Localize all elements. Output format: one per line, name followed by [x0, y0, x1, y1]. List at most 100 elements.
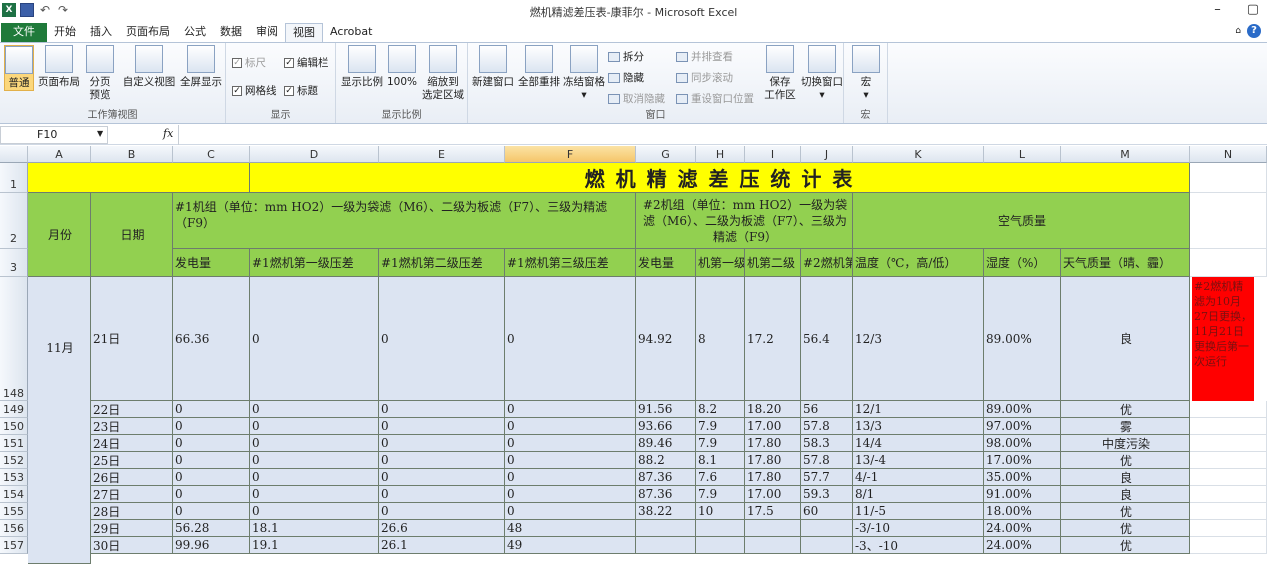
header-air-quality[interactable]: 空气质量 — [853, 193, 1190, 249]
cell-date-152[interactable]: 25日 — [91, 452, 173, 469]
cell-date-149[interactable]: 22日 — [91, 401, 173, 418]
cell-j-154[interactable]: 59.3 — [801, 486, 853, 503]
cell-f-149[interactable]: 0 — [505, 401, 636, 418]
select-all-corner[interactable] — [0, 146, 28, 163]
header-e-stage2[interactable]: #1燃机第二级压差 — [379, 249, 505, 277]
cell-e-153[interactable]: 0 — [379, 469, 505, 486]
note-cell[interactable]: #2燃机精滤为10月27日更换，11月21日更换后第一次运行 — [1192, 277, 1254, 401]
cell-g-155[interactable]: 38.22 — [636, 503, 696, 520]
cell-g-150[interactable]: 93.66 — [636, 418, 696, 435]
header-h-stage1[interactable]: 机第一级 — [696, 249, 745, 277]
cell-m-151[interactable]: 中度污染 — [1061, 435, 1190, 452]
cell-k-149[interactable]: 12/1 — [853, 401, 984, 418]
cell-d-148[interactable]: 0 — [250, 277, 379, 401]
header-g-power[interactable]: 发电量 — [636, 249, 696, 277]
column-header-m[interactable]: M — [1061, 146, 1190, 163]
cell-l-156[interactable]: 24.00% — [984, 520, 1061, 537]
header-unit2[interactable]: #2机组（单位：mm HO2）一级为袋滤（M6）、二级为板滤（F7）、三级为精滤… — [636, 193, 853, 249]
cell-l-150[interactable]: 97.00% — [984, 418, 1061, 435]
cell-i-149[interactable]: 18.20 — [745, 401, 801, 418]
cell-date-153[interactable]: 26日 — [91, 469, 173, 486]
column-header-a[interactable]: A — [28, 146, 91, 163]
cell-c-151[interactable]: 0 — [173, 435, 250, 452]
cell-n1[interactable] — [1190, 163, 1267, 193]
cell-g-153[interactable]: 87.36 — [636, 469, 696, 486]
cell-m-148[interactable]: 良 — [1061, 277, 1190, 401]
cell-j-151[interactable]: 58.3 — [801, 435, 853, 452]
cell-n-152[interactable] — [1190, 452, 1267, 469]
cell-f-157[interactable]: 49 — [505, 537, 636, 554]
cell-m-149[interactable]: 优 — [1061, 401, 1190, 418]
cell-g-157[interactable] — [636, 537, 696, 554]
cell-g-149[interactable]: 91.56 — [636, 401, 696, 418]
header-c-power[interactable]: 发电量 — [173, 249, 250, 277]
cell-e-151[interactable]: 0 — [379, 435, 505, 452]
cell-date-155[interactable]: 28日 — [91, 503, 173, 520]
arrange-all-button[interactable]: 全部重排 — [516, 45, 562, 89]
cell-n3[interactable] — [1190, 249, 1267, 277]
cell-i-154[interactable]: 17.00 — [745, 486, 801, 503]
full-screen-button[interactable]: 全屏显示 — [178, 45, 224, 89]
cell-l-151[interactable]: 98.00% — [984, 435, 1061, 452]
cell-c-149[interactable]: 0 — [173, 401, 250, 418]
tab-data[interactable]: 数据 — [213, 23, 249, 42]
cell-f-153[interactable]: 0 — [505, 469, 636, 486]
cell-f-156[interactable]: 48 — [505, 520, 636, 537]
page-layout-view-button[interactable]: 页面布局 — [37, 45, 81, 89]
cell-h-149[interactable]: 8.2 — [696, 401, 745, 418]
zoom-to-selection-button[interactable]: 缩放到 选定区域 — [420, 45, 466, 102]
cell-d-157[interactable]: 19.1 — [250, 537, 379, 554]
cell-h-155[interactable]: 10 — [696, 503, 745, 520]
cell-date-151[interactable]: 24日 — [91, 435, 173, 452]
cell-m-154[interactable]: 良 — [1061, 486, 1190, 503]
cell-i-156[interactable] — [745, 520, 801, 537]
cell-j-156[interactable] — [801, 520, 853, 537]
column-header-h[interactable]: H — [696, 146, 745, 163]
cell-date-150[interactable]: 23日 — [91, 418, 173, 435]
header-m-weather[interactable]: 天气质量（晴、霾） — [1061, 249, 1190, 277]
header-k-temp[interactable]: 温度（℃，高/低） — [853, 249, 984, 277]
cell-d-154[interactable]: 0 — [250, 486, 379, 503]
cell-m-152[interactable]: 优 — [1061, 452, 1190, 469]
cell-i-150[interactable]: 17.00 — [745, 418, 801, 435]
column-header-i[interactable]: I — [745, 146, 801, 163]
cell-d-156[interactable]: 18.1 — [250, 520, 379, 537]
cell-c-155[interactable]: 0 — [173, 503, 250, 520]
cell-date-148[interactable]: 21日 — [91, 277, 173, 401]
cell-n-155[interactable] — [1190, 503, 1267, 520]
cell-i-157[interactable] — [745, 537, 801, 554]
cell-n-150[interactable] — [1190, 418, 1267, 435]
cell-i-148[interactable]: 17.2 — [745, 277, 801, 401]
row-header-156[interactable]: 156 — [0, 520, 28, 537]
column-header-f[interactable]: F — [505, 146, 636, 163]
save-workspace-button[interactable]: 保存 工作区 — [760, 45, 800, 102]
cell-j-152[interactable]: 57.8 — [801, 452, 853, 469]
cell-d-150[interactable]: 0 — [250, 418, 379, 435]
row-header-3[interactable]: 3 — [0, 249, 28, 277]
hide-button[interactable]: 隐藏 — [608, 70, 644, 85]
cell-h-152[interactable]: 8.1 — [696, 452, 745, 469]
header-l-humidity[interactable]: 湿度（%） — [984, 249, 1061, 277]
cell-i-151[interactable]: 17.80 — [745, 435, 801, 452]
header-date[interactable]: 日期 — [91, 193, 173, 277]
zoom-button[interactable]: 显示比例 — [340, 45, 384, 89]
cell-l-152[interactable]: 17.00% — [984, 452, 1061, 469]
row-header-154[interactable]: 154 — [0, 486, 28, 503]
cell-h-157[interactable] — [696, 537, 745, 554]
restore-button[interactable]: ▢ — [1247, 2, 1259, 17]
cell-d-151[interactable]: 0 — [250, 435, 379, 452]
column-header-g[interactable]: G — [636, 146, 696, 163]
cell-g-156[interactable] — [636, 520, 696, 537]
tab-page-layout[interactable]: 页面布局 — [119, 23, 177, 42]
cell-k-151[interactable]: 14/4 — [853, 435, 984, 452]
cell-f-151[interactable]: 0 — [505, 435, 636, 452]
header-f-stage3[interactable]: #1燃机第三级压差 — [505, 249, 636, 277]
cell-j-149[interactable]: 56 — [801, 401, 853, 418]
cell-h-153[interactable]: 7.6 — [696, 469, 745, 486]
cell-f-148[interactable]: 0 — [505, 277, 636, 401]
cell-f-154[interactable]: 0 — [505, 486, 636, 503]
cell-f-152[interactable]: 0 — [505, 452, 636, 469]
cell-j-157[interactable] — [801, 537, 853, 554]
cell-m-155[interactable]: 优 — [1061, 503, 1190, 520]
column-header-n[interactable]: N — [1190, 146, 1267, 163]
